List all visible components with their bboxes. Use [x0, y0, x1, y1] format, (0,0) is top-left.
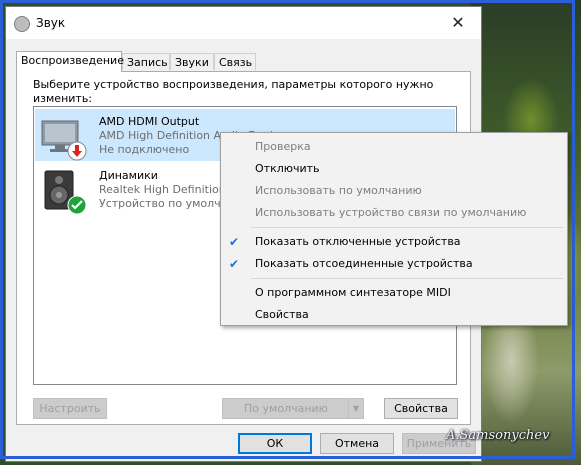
ok-button[interactable]: ОК	[238, 433, 312, 454]
configure-button[interactable]: Настроить	[33, 398, 107, 419]
menu-item-set-default[interactable]: Использовать по умолчанию	[221, 180, 567, 202]
speaker-title-icon	[14, 16, 30, 32]
properties-button[interactable]: Свойства	[384, 398, 458, 419]
device-name: Динамики	[99, 169, 158, 182]
tab-playback[interactable]: Воспроизведение	[16, 51, 124, 72]
title-bar: Звук ✕	[6, 7, 481, 39]
chevron-down-icon[interactable]: ▼	[348, 399, 363, 418]
panel-description: Выберите устройство воспроизведения, пар…	[33, 78, 434, 105]
menu-item-show-disabled[interactable]: ✔ Показать отключенные устройства	[221, 231, 567, 253]
tab-communications[interactable]: Связь	[214, 53, 256, 70]
context-menu: Проверка Отключить Использовать по умолч…	[220, 132, 568, 326]
menu-item-show-disconnected[interactable]: ✔ Показать отсоединенные устройства	[221, 253, 567, 275]
cancel-button[interactable]: Отмена	[320, 433, 394, 454]
menu-item-properties[interactable]: Свойства	[221, 304, 567, 326]
menu-separator	[251, 278, 563, 279]
menu-item-set-default-comm[interactable]: Использовать устройство связи по умолчан…	[221, 202, 567, 224]
checkmark-icon: ✔	[229, 235, 240, 249]
device-status: Не подключено	[99, 143, 190, 156]
menu-item-label: Показать отключенные устройства	[255, 235, 461, 248]
author-watermark: A.Samsonychev	[446, 428, 550, 443]
tab-sounds[interactable]: Звуки	[170, 53, 214, 70]
menu-item-midi[interactable]: О программном синтезаторе MIDI	[221, 282, 567, 304]
menu-item-test[interactable]: Проверка	[221, 136, 567, 158]
set-default-label: По умолчанию	[244, 402, 328, 415]
device-name: AMD HDMI Output	[99, 115, 200, 128]
disconnected-badge-icon	[67, 141, 87, 161]
window-title: Звук	[36, 16, 66, 30]
menu-separator	[251, 227, 563, 228]
checkmark-icon: ✔	[229, 257, 240, 271]
set-default-button[interactable]: По умолчанию ▼	[222, 398, 364, 419]
tab-recording[interactable]: Запись	[122, 53, 170, 70]
close-button[interactable]: ✕	[435, 7, 481, 39]
menu-item-label: Показать отсоединенные устройства	[255, 257, 473, 270]
menu-item-disable[interactable]: Отключить	[221, 158, 567, 180]
default-check-badge-icon	[67, 195, 87, 215]
